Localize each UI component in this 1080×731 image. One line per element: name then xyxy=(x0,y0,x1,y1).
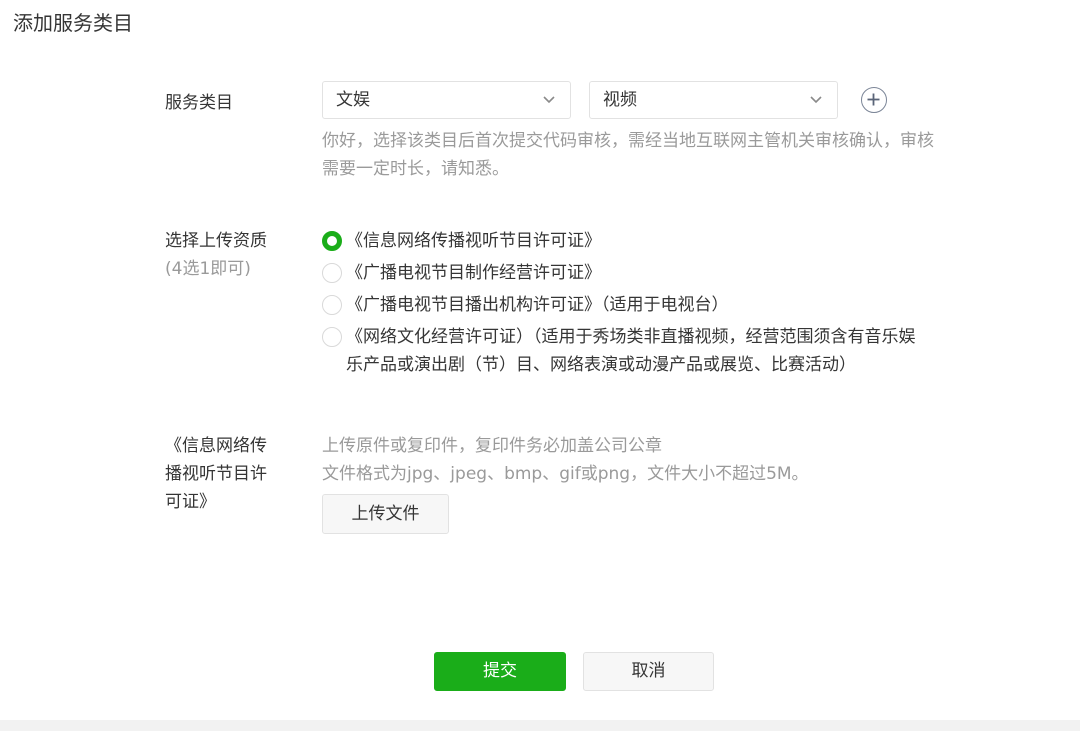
plus-circle-icon xyxy=(867,93,880,106)
chevron-down-icon xyxy=(543,96,555,104)
primary-category-select[interactable]: 文娱 xyxy=(322,81,571,119)
option-label: 《广播电视节目播出机构许可证》（适用于电视台） xyxy=(346,295,729,315)
service-category-label: 服务类目 xyxy=(165,93,233,113)
option-label: 《广播电视节目制作经营许可证》 xyxy=(346,263,601,283)
qualification-option[interactable]: 《网络文化经营许可证）（适用于秀场类非直播视频，经营范围须含有音乐娱 乐产品或演… xyxy=(322,323,962,379)
qualification-label-group: 选择上传资质 (4选1即可) xyxy=(165,227,267,283)
qualification-radio-group: 《信息网络传播视听节目许可证》 《广播电视节目制作经营许可证》 《广播电视节目播… xyxy=(322,227,962,383)
category-review-hint: 你好，选择该类目后首次提交代码审核，需经当地互联网主管机关审核确认，审核 需要一… xyxy=(322,127,962,183)
upload-desc-line: 文件格式为jpg、jpeg、bmp、gif或png，文件大小不超过5M。 xyxy=(322,464,809,484)
qualification-option[interactable]: 《广播电视节目制作经营许可证》 xyxy=(322,259,962,287)
secondary-category-select[interactable]: 视频 xyxy=(589,81,838,119)
upload-label: 可证》 xyxy=(165,492,216,512)
option-label: 《网络文化经营许可证）（适用于秀场类非直播视频，经营范围须含有音乐娱 xyxy=(346,327,916,347)
radio-unchecked-icon[interactable] xyxy=(322,263,342,283)
qualification-option[interactable]: 《广播电视节目播出机构许可证》（适用于电视台） xyxy=(322,291,962,319)
qualification-sublabel: (4选1即可) xyxy=(165,259,251,279)
footer-divider xyxy=(0,720,1080,731)
submit-button[interactable]: 提交 xyxy=(434,652,566,691)
hint-line: 你好，选择该类目后首次提交代码审核，需经当地互联网主管机关审核确认，审核 xyxy=(322,131,934,151)
upload-description: 上传原件或复印件，复印件务必加盖公司公章 文件格式为jpg、jpeg、bmp、g… xyxy=(322,432,809,488)
hint-line: 需要一定时长，请知悉。 xyxy=(322,159,509,179)
cancel-button[interactable]: 取消 xyxy=(583,652,714,691)
upload-label: 播视听节目许 xyxy=(165,464,267,484)
radio-unchecked-icon[interactable] xyxy=(322,327,342,347)
secondary-category-value: 视频 xyxy=(603,90,637,110)
primary-category-value: 文娱 xyxy=(336,90,370,110)
upload-file-button[interactable]: 上传文件 xyxy=(322,494,449,534)
option-label-continued: 乐产品或演出剧（节）目、网络表演或动漫产品或展览、比赛活动） xyxy=(346,355,856,375)
upload-label-group: 《信息网络传 播视听节目许 可证》 xyxy=(165,432,267,516)
qualification-option[interactable]: 《信息网络传播视听节目许可证》 xyxy=(322,227,962,255)
chevron-down-icon xyxy=(810,96,822,104)
option-label: 《信息网络传播视听节目许可证》 xyxy=(346,231,601,251)
add-category-button[interactable] xyxy=(861,87,887,113)
radio-checked-icon[interactable] xyxy=(322,231,342,251)
upload-desc-line: 上传原件或复印件，复印件务必加盖公司公章 xyxy=(322,436,662,456)
page-title: 添加服务类目 xyxy=(13,11,133,35)
radio-unchecked-icon[interactable] xyxy=(322,295,342,315)
qualification-label: 选择上传资质 xyxy=(165,231,267,251)
upload-label: 《信息网络传 xyxy=(165,436,267,456)
